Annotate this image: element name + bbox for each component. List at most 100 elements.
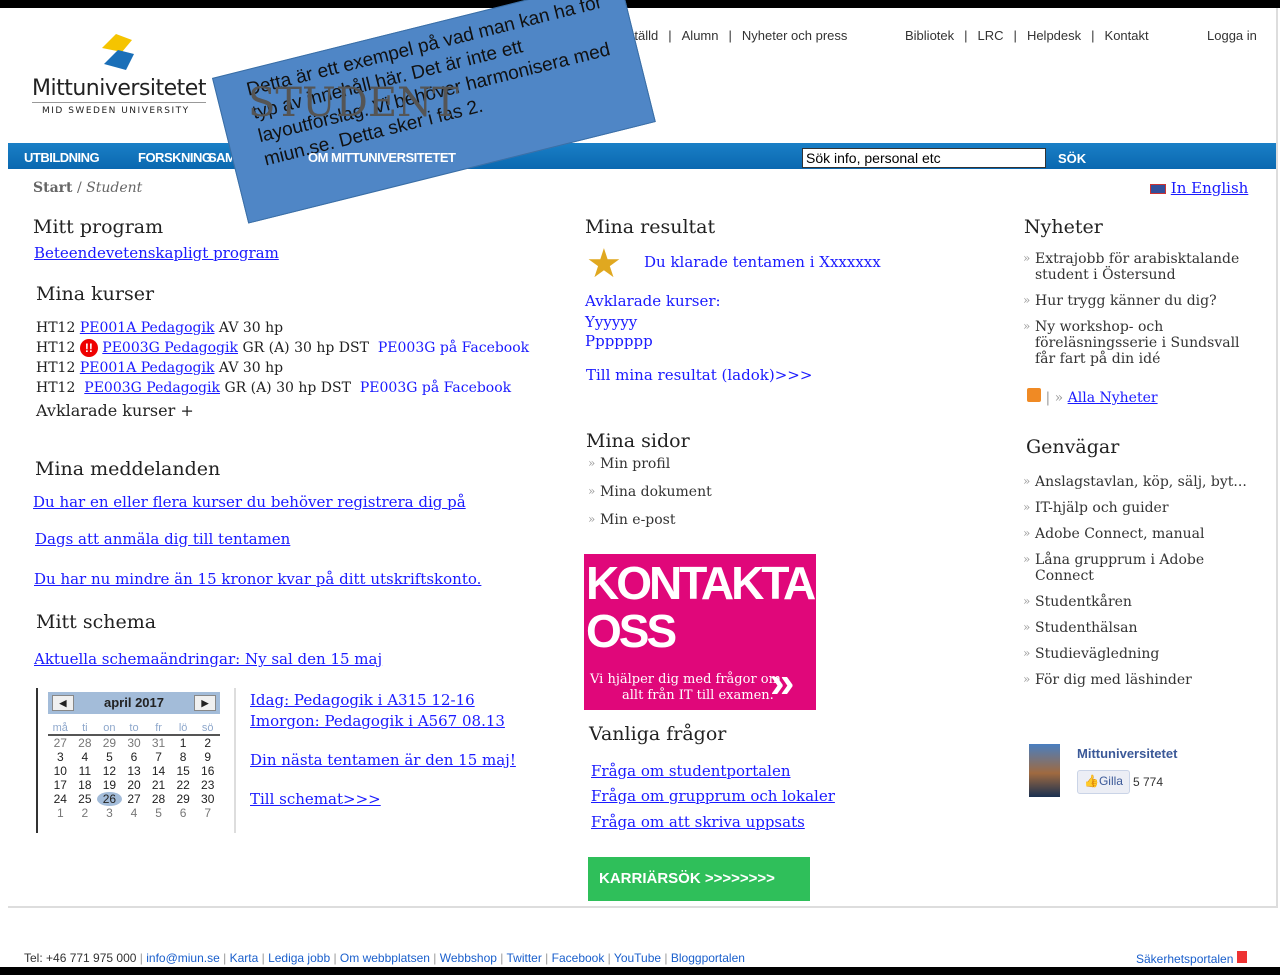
schedule-changes-link[interactable]: Aktuella schemaändringar: Ny sal den 15 … [34,650,382,668]
calendar-day[interactable]: 27 [48,736,73,750]
search-input[interactable] [802,148,1046,168]
calendar-day[interactable]: 29 [97,736,122,750]
career-search-button[interactable]: KARRIÄRSÖK >>>>>>>> [588,857,810,901]
faq-link[interactable]: Fråga om grupprum och lokaler [591,787,835,805]
shortcut-item[interactable]: Studievägledning [1023,646,1253,662]
next-month-button[interactable]: ▶ [194,695,216,711]
my-pages-item[interactable]: Min e-post [588,512,712,528]
calendar-day[interactable]: 20 [122,778,147,792]
calendar-day[interactable]: 14 [146,764,171,778]
in-english-link[interactable]: In English [1171,179,1249,197]
footer-link[interactable]: Om webbplatsen [340,951,430,965]
calendar-day[interactable]: 10 [48,764,73,778]
link-bibliotek[interactable]: Bibliotek [905,28,954,43]
security-portal-link[interactable]: Säkerhetsportalen [1136,951,1247,966]
next-exam-link[interactable]: Din nästa tentamen är den 15 maj! [250,751,516,769]
link-lrc[interactable]: LRC [978,28,1004,43]
calendar-day[interactable]: 30 [122,736,147,750]
footer-link[interactable]: Lediga jobb [268,951,330,965]
message-link[interactable]: Du har en eller flera kurser du behöver … [33,493,466,511]
footer-link[interactable]: Bloggportalen [671,951,745,965]
shortcut-item[interactable]: IT-hjälp och guider [1023,500,1253,516]
ladok-link[interactable]: Till mina resultat (ladok)>>> [586,366,812,384]
completed-course[interactable]: Ppppppp [585,332,653,350]
language-switch[interactable]: In English [1150,179,1248,197]
link-nyheter-press[interactable]: Nyheter och press [742,28,848,43]
calendar-day[interactable]: 3 [48,750,73,764]
search-button[interactable]: SÖK [1058,151,1086,166]
calendar-day[interactable]: 2 [195,736,220,750]
message-link[interactable]: Dags att anmäla dig till tentamen [35,530,290,548]
calendar-day[interactable]: 28 [146,792,171,806]
course-link[interactable]: PE003G Pedagogik [102,340,238,356]
link-kontakt[interactable]: Kontakt [1105,28,1149,43]
calendar-day[interactable]: 17 [48,778,73,792]
calendar-day[interactable]: 27 [122,792,147,806]
calendar-day[interactable]: 6 [171,806,196,820]
calendar-day[interactable]: 30 [195,792,220,806]
calendar-day[interactable]: 13 [122,764,147,778]
completed-course[interactable]: Yyyyyy [585,313,637,331]
contact-us-banner[interactable]: KONTAKTA OSS Vi hjälper dig med frågor o… [584,554,816,710]
footer-link[interactable]: Twitter [507,951,542,965]
calendar-day[interactable]: 25 [73,792,98,806]
rss-icon[interactable] [1027,388,1041,402]
message-link[interactable]: Du har nu mindre än 15 kronor kvar på di… [34,570,481,588]
calendar-day[interactable]: 7 [146,750,171,764]
shortcut-item[interactable]: Låna grupprum i Adobe Connect [1023,552,1253,584]
news-item[interactable]: Extrajobb för arabisktalande student i Ö… [1023,251,1253,283]
calendar-day[interactable]: 11 [73,764,98,778]
calendar-day[interactable]: 22 [171,778,196,792]
calendar-day[interactable]: 23 [195,778,220,792]
calendar-day[interactable]: 29 [171,792,196,806]
calendar-day[interactable]: 6 [122,750,147,764]
today-link[interactable]: Idag: Pedagogik i A315 12-16 [250,691,475,709]
to-schedule-link[interactable]: Till schemat>>> [250,790,381,808]
prev-month-button[interactable]: ◀ [52,695,74,711]
shortcut-item[interactable]: För dig med läshinder [1023,672,1253,688]
nav-utbildning[interactable]: UTBILDNING [24,150,100,165]
calendar-day[interactable]: 5 [146,806,171,820]
calendar-day[interactable]: 24 [48,792,73,806]
my-pages-item[interactable]: Min profil [588,456,712,472]
facebook-link[interactable]: PE003G på Facebook [378,340,529,356]
calendar-day[interactable]: 1 [171,736,196,750]
footer-link[interactable]: Karta [230,951,259,965]
news-item[interactable]: Hur trygg känner du dig? [1023,293,1253,309]
calendar-day[interactable]: 9 [195,750,220,764]
program-link[interactable]: Beteendevetenskapligt program [34,244,279,262]
calendar-day[interactable]: 18 [73,778,98,792]
calendar-day[interactable]: 19 [97,778,122,792]
calendar-day[interactable]: 15 [171,764,196,778]
facebook-like-button[interactable]: 👍Gilla [1077,770,1130,794]
calendar-day[interactable]: 21 [146,778,171,792]
passed-exam-link[interactable]: Du klarade tentamen i Xxxxxxx [644,253,881,271]
footer-link[interactable]: Facebook [552,951,605,965]
completed-courses-toggle[interactable]: Avklarade kurser + [36,401,194,420]
news-item[interactable]: Ny workshop- och föreläsningsserie i Sun… [1023,319,1253,367]
all-news-link[interactable]: Alla Nyheter [1068,390,1158,406]
calendar-day[interactable]: 28 [73,736,98,750]
calendar-day[interactable]: 4 [73,750,98,764]
footer-link[interactable]: info@miun.se [146,951,220,965]
calendar-day[interactable]: 3 [97,806,122,820]
calendar-day[interactable]: 1 [48,806,73,820]
calendar-day[interactable]: 16 [195,764,220,778]
footer-link[interactable]: Webbshop [440,951,497,965]
tomorrow-link[interactable]: Imorgon: Pedagogik i A567 08.13 [250,712,505,730]
facebook-page-name[interactable]: Mittuniversitetet [1077,746,1177,761]
course-link[interactable]: PE003G Pedagogik [84,380,220,396]
calendar-day[interactable]: 26 [97,792,122,806]
nav-om[interactable]: OM MITTUNIVERSITETET [308,150,456,165]
link-helpdesk[interactable]: Helpdesk [1027,28,1081,43]
breadcrumb-start[interactable]: Start [33,180,73,196]
shortcut-item[interactable]: Studentkåren [1023,594,1253,610]
calendar-day[interactable]: 8 [171,750,196,764]
calendar-day[interactable]: 2 [73,806,98,820]
link-alumn[interactable]: Alumn [682,28,719,43]
calendar-day[interactable]: 4 [122,806,147,820]
nav-forskning[interactable]: FORSKNING [138,150,212,165]
calendar-day[interactable]: 7 [195,806,220,820]
login-link[interactable]: Logga in [1207,28,1257,43]
faq-link[interactable]: Fråga om att skriva uppsats [591,813,805,831]
